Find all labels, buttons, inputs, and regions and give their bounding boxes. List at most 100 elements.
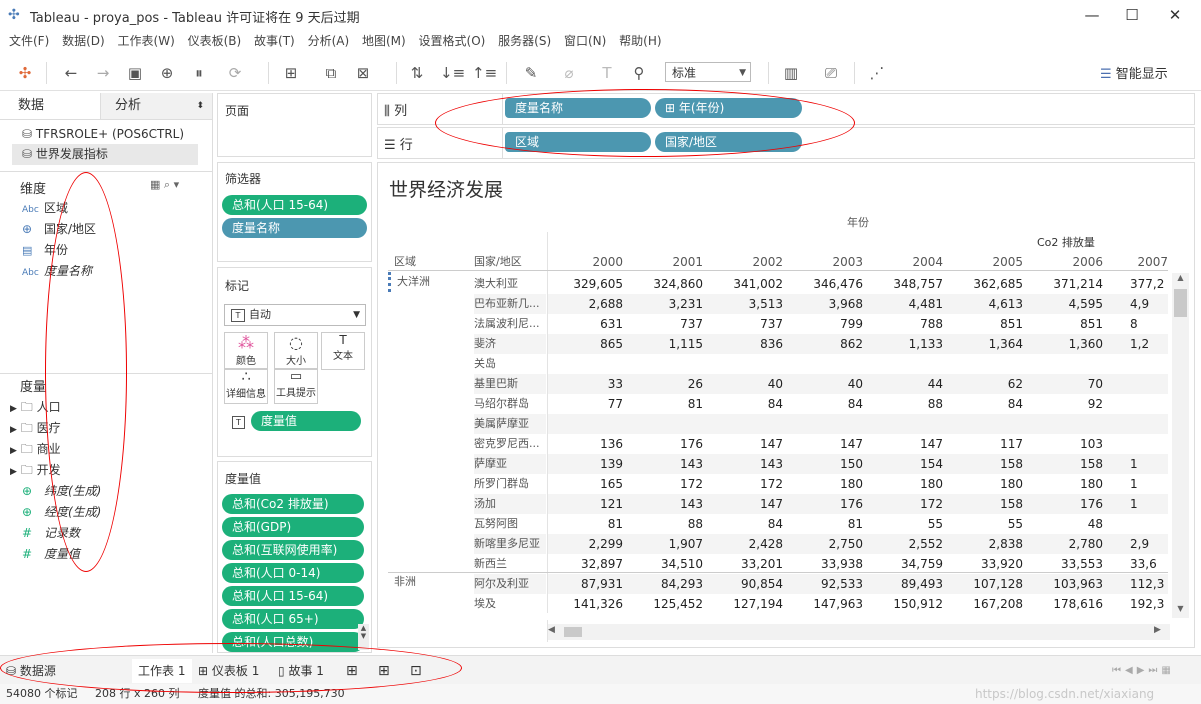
new-worksheet-icon[interactable]: ⊞ [346,659,366,683]
scrollbar[interactable]: ▲ ▼ [358,624,369,650]
table-cell[interactable] [788,354,863,374]
dimension-field-year[interactable]: ▤ 年份 [22,240,68,261]
new-dashboard-icon[interactable]: ⊞ [378,659,398,683]
measure-folder-business[interactable]: ▶ 🗀 商业 [10,439,61,460]
country-label[interactable]: 新西兰 [474,554,546,574]
menu-help[interactable]: 帮助(H) [619,30,661,52]
menu-format[interactable]: 设置格式(O) [419,30,486,52]
table-cell[interactable] [948,414,1023,434]
tab-worksheet-1[interactable]: 工作表 1 [132,659,192,683]
country-label[interactable]: 瓦努阿图 [474,514,546,534]
minimize-icon[interactable]: — [1072,4,1112,26]
table-cell[interactable]: 92 [1028,394,1103,414]
table-cell[interactable] [868,414,943,434]
table-cell[interactable]: 2,552 [868,534,943,554]
clear-sheet-icon[interactable]: ⊠ [352,63,374,83]
menu-data[interactable]: 数据(D) [62,30,105,52]
table-cell[interactable]: 33,6 [1108,554,1170,574]
menu-worksheet[interactable]: 工作表(W) [118,30,175,52]
table-cell[interactable] [1108,394,1170,414]
table-cell[interactable]: 125,452 [628,594,703,614]
list-view-icon[interactable]: ▦ [150,178,160,191]
table-cell[interactable]: 2,428 [708,534,783,554]
labels-icon[interactable]: T [596,63,618,83]
filters-card[interactable]: 筛选器 总和(人口 15-64) 度量名称 [217,162,372,262]
table-cell[interactable]: 4,481 [868,294,943,314]
undo-icon[interactable]: ← [60,63,82,83]
table-cell[interactable]: 139 [548,454,623,474]
swap-icon[interactable]: ⇅ [406,63,428,83]
rows-pill-region[interactable]: 区域 [505,132,651,152]
table-cell[interactable]: 77 [548,394,623,414]
table-cell[interactable]: 33,938 [788,554,863,574]
table-cell[interactable] [948,354,1023,374]
region-label-africa[interactable]: 非洲 [394,572,416,592]
table-cell[interactable] [628,414,703,434]
table-cell[interactable]: 154 [868,454,943,474]
country-label[interactable]: 澳大利亚 [474,274,546,294]
table-cell[interactable]: 87,931 [548,574,623,594]
table-cell[interactable]: 88 [868,394,943,414]
scroll-left-icon[interactable]: ◀ [548,625,562,635]
table-cell[interactable] [1108,414,1170,434]
table-cell[interactable]: 84 [708,514,783,534]
table-cell[interactable]: 70 [1028,374,1103,394]
marks-detail-button[interactable]: ∴ 详细信息 [224,368,268,404]
menu-analysis[interactable]: 分析(A) [308,30,350,52]
measure-field-latitude[interactable]: ⊕ 纬度(生成) [22,481,101,502]
redo-icon[interactable]: → [92,63,114,83]
table-cell[interactable]: 324,860 [628,274,703,294]
table-cell[interactable]: 1,364 [948,334,1023,354]
country-label[interactable]: 关岛 [474,354,546,374]
table-cell[interactable]: 33,920 [948,554,1023,574]
table-cell[interactable]: 84 [788,394,863,414]
table-cell[interactable]: 341,002 [708,274,783,294]
table-cell[interactable]: 371,214 [1028,274,1103,294]
table-cell[interactable] [628,354,703,374]
new-story-icon[interactable]: ⊡ [410,659,430,683]
measure-folder-population[interactable]: ▶ 🗀 人口 [10,397,61,418]
table-cell[interactable]: 117 [948,434,1023,454]
table-cell[interactable]: 112,3 [1108,574,1170,594]
table-cell[interactable]: 92,533 [788,574,863,594]
table-cell[interactable]: 192,3 [1108,594,1170,614]
pin-icon[interactable]: ⚲ [628,63,650,83]
table-cell[interactable]: 44 [868,374,943,394]
table-cell[interactable]: 3,968 [788,294,863,314]
table-cell[interactable]: 34,759 [868,554,943,574]
table-cell[interactable] [1108,374,1170,394]
country-label[interactable]: 巴布亚新几... [474,294,546,314]
table-cell[interactable]: 32,897 [548,554,623,574]
marks-text-button[interactable]: T 文本 [321,332,365,370]
country-label[interactable]: 所罗门群岛 [474,474,546,494]
save-icon[interactable]: ▣ [124,63,146,83]
menu-story[interactable]: 故事(T) [254,30,295,52]
vertical-scrollbar[interactable]: ▲ ▼ [1172,273,1189,618]
scrollbar-thumb[interactable] [1174,289,1187,317]
country-label[interactable]: 埃及 [474,594,546,614]
country-label[interactable]: 阿尔及利亚 [474,574,546,594]
table-cell[interactable]: 799 [788,314,863,334]
table-cell[interactable]: 4,9 [1108,294,1170,314]
table-cell[interactable]: 62 [948,374,1023,394]
table-cell[interactable]: 147 [708,494,783,514]
marks-color-button[interactable]: ⁂ 颜色 [224,332,268,370]
table-cell[interactable]: 158 [1028,454,1103,474]
table-cell[interactable]: 836 [708,334,783,354]
datasource-item-tfrsrole[interactable]: ⛁ TFRSROLE+ (POS6CTRL) [22,124,184,145]
table-cell[interactable]: 26 [628,374,703,394]
table-cell[interactable]: 1,133 [868,334,943,354]
table-cell[interactable]: 158 [948,494,1023,514]
table-cell[interactable]: 167,208 [948,594,1023,614]
table-cell[interactable]: 2,9 [1108,534,1170,554]
table-cell[interactable]: 84 [708,394,783,414]
filter-pill-pop-15-64[interactable]: 总和(人口 15-64) [222,195,367,215]
table-cell[interactable]: 180 [868,474,943,494]
maximize-icon[interactable]: ☐ [1112,4,1152,26]
measure-field-record-count[interactable]: # 记录数 [22,523,80,544]
measure-value-pill[interactable]: 总和(互联网使用率) [222,540,364,560]
table-cell[interactable]: 180 [948,474,1023,494]
menu-server[interactable]: 服务器(S) [498,30,551,52]
table-cell[interactable] [1108,354,1170,374]
table-cell[interactable]: 55 [868,514,943,534]
